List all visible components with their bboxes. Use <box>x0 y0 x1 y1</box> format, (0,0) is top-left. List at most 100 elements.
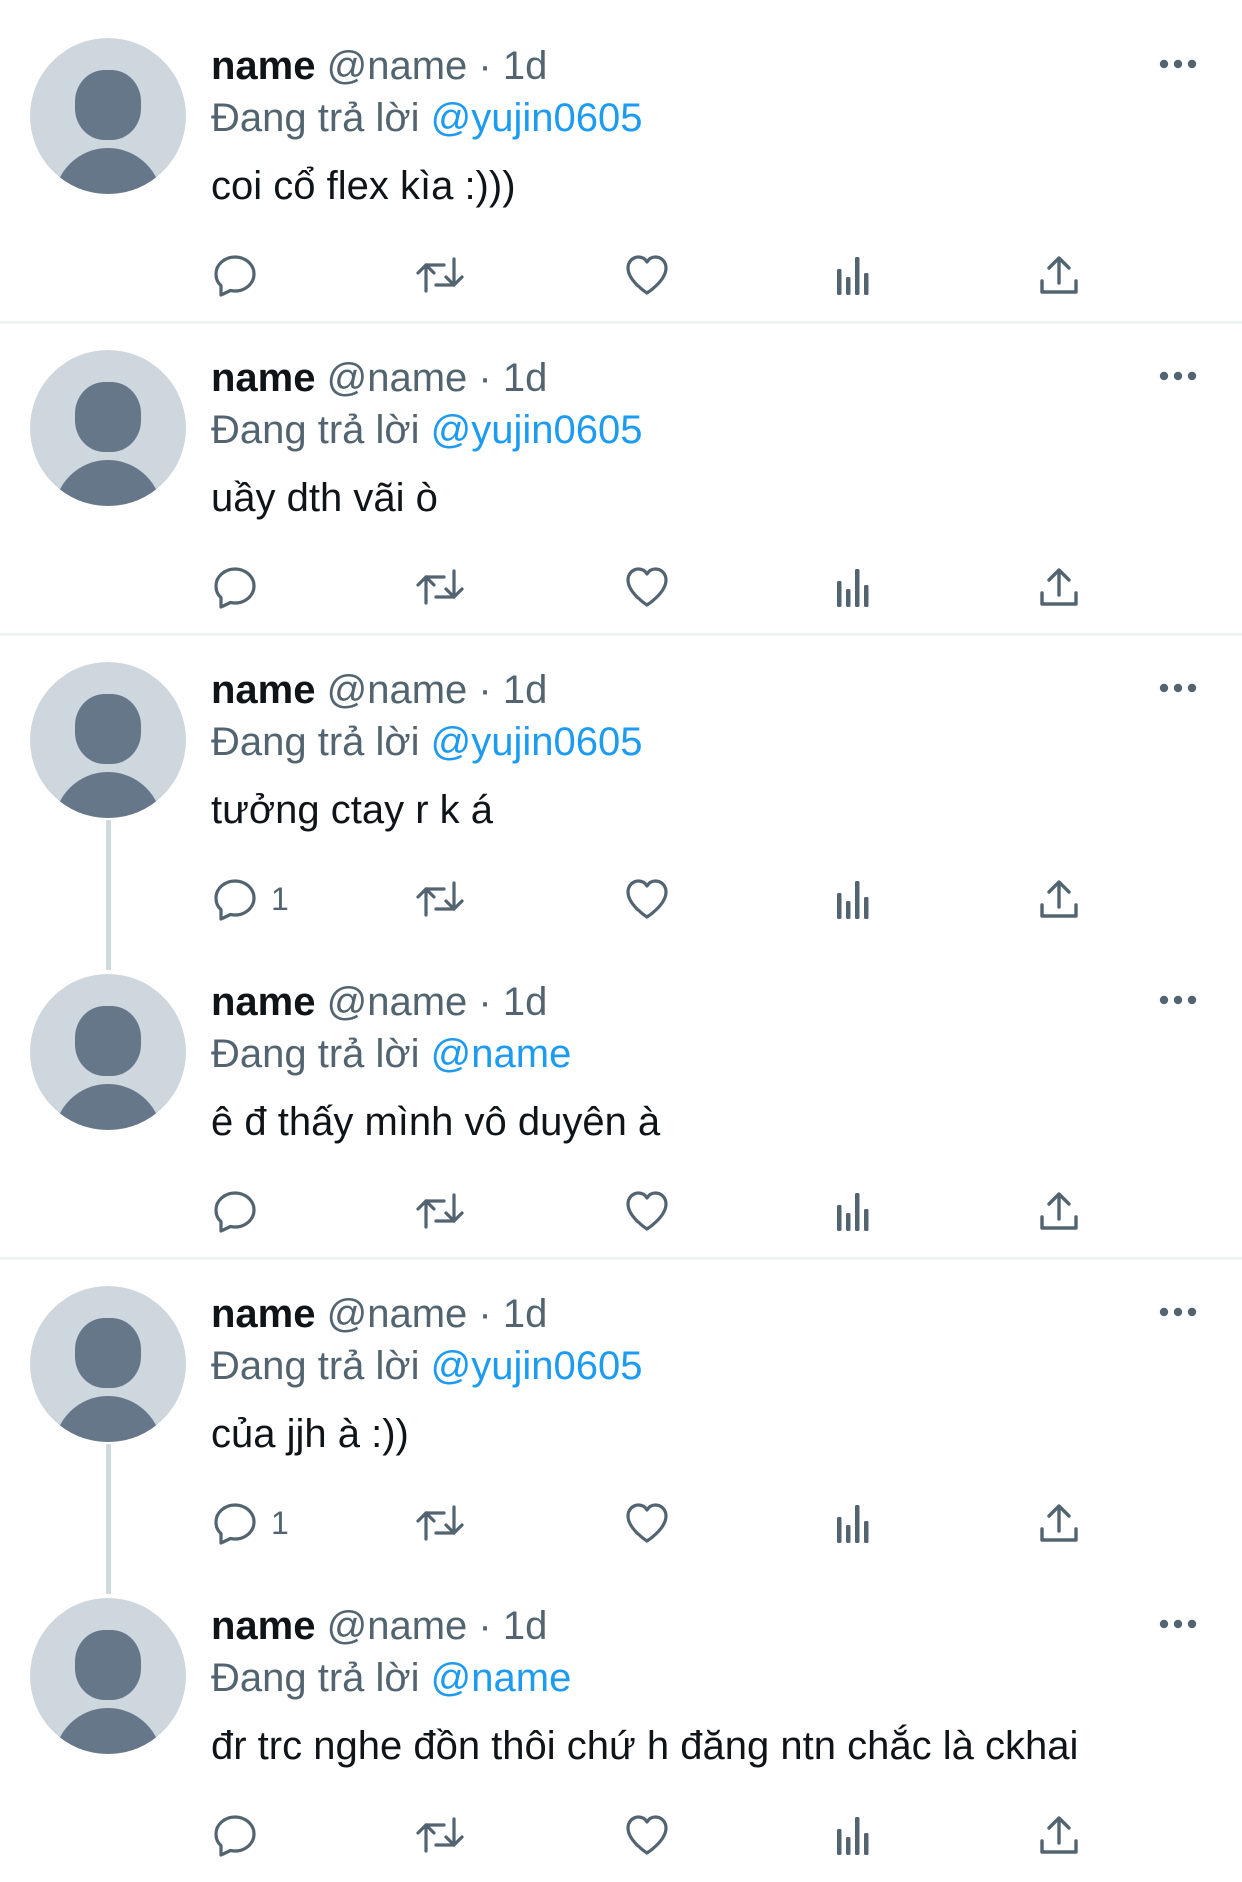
share-button[interactable] <box>1035 250 1083 300</box>
action-bar <box>211 1186 1111 1236</box>
reply-button[interactable] <box>211 250 271 300</box>
views-bar-chart-icon <box>829 1499 877 1547</box>
share-button[interactable] <box>1035 562 1083 612</box>
handle[interactable]: @name <box>327 1292 468 1336</box>
avatar[interactable] <box>30 974 186 1130</box>
reply-button[interactable] <box>211 1186 271 1236</box>
separator: · <box>478 980 492 1024</box>
mention-link[interactable]: @yujin0605 <box>431 96 643 140</box>
more-horizontal-icon[interactable] <box>1158 988 1198 1012</box>
retweet-button[interactable] <box>413 250 467 300</box>
more-horizontal-icon[interactable] <box>1158 364 1198 388</box>
share-button[interactable] <box>1035 1186 1083 1236</box>
like-button[interactable] <box>623 1498 671 1548</box>
retweet-icon <box>413 1499 467 1547</box>
mention-link[interactable]: @yujin0605 <box>431 1344 643 1388</box>
heart-icon <box>623 875 671 923</box>
like-button[interactable] <box>623 250 671 300</box>
more-horizontal-icon[interactable] <box>1158 676 1198 700</box>
share-upload-icon <box>1035 875 1083 923</box>
reply-button[interactable] <box>211 1810 271 1860</box>
retweet-button[interactable] <box>413 1810 467 1860</box>
heart-icon <box>623 1187 671 1235</box>
views-button[interactable] <box>829 874 877 924</box>
display-name[interactable]: name <box>211 1604 316 1648</box>
views-bar-chart-icon <box>829 1187 877 1235</box>
handle[interactable]: @name <box>327 668 468 712</box>
mention-link[interactable]: @name <box>431 1032 572 1076</box>
timestamp[interactable]: 1d <box>503 1604 548 1648</box>
retweet-button[interactable] <box>413 1498 467 1548</box>
like-button[interactable] <box>623 562 671 612</box>
heart-icon <box>623 251 671 299</box>
tweet-text: tưởng ctay r k á <box>211 788 493 832</box>
share-button[interactable] <box>1035 1498 1083 1548</box>
tweet[interactable]: name @name · 1d Đang trả lời @yujin0605 … <box>0 1248 1242 1560</box>
tweet[interactable]: name @name · 1d Đang trả lời @yujin0605 … <box>0 0 1242 312</box>
reply-bubble-icon <box>211 1187 259 1235</box>
like-button[interactable] <box>623 874 671 924</box>
display-name[interactable]: name <box>211 980 316 1024</box>
separator: · <box>478 668 492 712</box>
views-button[interactable] <box>829 1810 877 1860</box>
tweet-header: name @name · 1d <box>211 978 547 1026</box>
timestamp[interactable]: 1d <box>503 668 548 712</box>
tweet[interactable]: name @name · 1d Đang trả lời @yujin0605 … <box>0 312 1242 624</box>
tweet-header: name @name · 1d <box>211 1602 547 1650</box>
views-button[interactable] <box>829 1186 877 1236</box>
views-button[interactable] <box>829 562 877 612</box>
retweet-icon <box>413 251 467 299</box>
reply-count: 1 <box>271 881 289 917</box>
reply-button[interactable]: 1 <box>211 874 289 924</box>
avatar[interactable] <box>30 662 186 818</box>
handle[interactable]: @name <box>327 44 468 88</box>
avatar[interactable] <box>30 1598 186 1754</box>
replying-to-label: Đang trả lời <box>211 1032 420 1076</box>
mention-link[interactable]: @name <box>431 1656 572 1700</box>
more-horizontal-icon[interactable] <box>1158 1612 1198 1636</box>
handle[interactable]: @name <box>327 356 468 400</box>
like-button[interactable] <box>623 1186 671 1236</box>
replying-to: Đang trả lời @yujin0605 <box>211 406 643 454</box>
like-button[interactable] <box>623 1810 671 1860</box>
tweet[interactable]: name @name · 1d Đang trả lời @name đr tr… <box>0 1560 1242 1872</box>
display-name[interactable]: name <box>211 668 316 712</box>
timestamp[interactable]: 1d <box>503 356 548 400</box>
reply-bubble-icon <box>211 875 259 923</box>
avatar[interactable] <box>30 350 186 506</box>
reply-count: 1 <box>271 1505 289 1541</box>
timestamp[interactable]: 1d <box>503 1292 548 1336</box>
more-horizontal-icon[interactable] <box>1158 1300 1198 1324</box>
tweet-header: name @name · 1d <box>211 354 547 402</box>
share-button[interactable] <box>1035 1810 1083 1860</box>
reply-button[interactable]: 1 <box>211 1498 289 1548</box>
display-name[interactable]: name <box>211 1292 316 1336</box>
action-bar <box>211 250 1111 300</box>
share-button[interactable] <box>1035 874 1083 924</box>
retweet-button[interactable] <box>413 1186 467 1236</box>
mention-link[interactable]: @yujin0605 <box>431 408 643 452</box>
reply-button[interactable] <box>211 562 271 612</box>
avatar[interactable] <box>30 38 186 194</box>
timestamp[interactable]: 1d <box>503 44 548 88</box>
handle[interactable]: @name <box>327 980 468 1024</box>
display-name[interactable]: name <box>211 44 316 88</box>
tweet[interactable]: name @name · 1d Đang trả lời @yujin0605 … <box>0 624 1242 936</box>
replying-to: Đang trả lời @name <box>211 1654 571 1702</box>
timestamp[interactable]: 1d <box>503 980 548 1024</box>
retweet-icon <box>413 1187 467 1235</box>
handle[interactable]: @name <box>327 1604 468 1648</box>
more-horizontal-icon[interactable] <box>1158 52 1198 76</box>
retweet-button[interactable] <box>413 562 467 612</box>
tweet[interactable]: name @name · 1d Đang trả lời @name ê đ t… <box>0 936 1242 1248</box>
mention-link[interactable]: @yujin0605 <box>431 720 643 764</box>
views-button[interactable] <box>829 250 877 300</box>
retweet-button[interactable] <box>413 874 467 924</box>
replying-to: Đang trả lời @yujin0605 <box>211 1342 643 1390</box>
share-upload-icon <box>1035 251 1083 299</box>
display-name[interactable]: name <box>211 356 316 400</box>
share-upload-icon <box>1035 563 1083 611</box>
views-bar-chart-icon <box>829 875 877 923</box>
avatar[interactable] <box>30 1286 186 1442</box>
views-button[interactable] <box>829 1498 877 1548</box>
